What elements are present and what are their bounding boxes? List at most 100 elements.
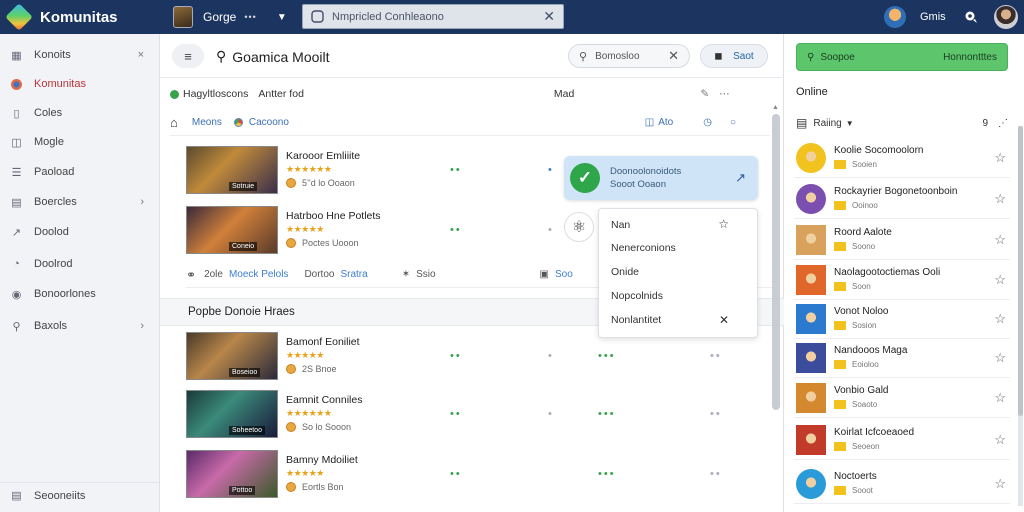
user-sub: Sosion [834, 321, 876, 330]
sidebar-item-komunitas[interactable]: Komunitas [0, 71, 160, 97]
game-name: Karooor Emliiite [286, 150, 361, 162]
close-icon[interactable]: × [138, 49, 144, 61]
star-icon[interactable]: ☆ [994, 191, 1006, 207]
save-button[interactable]: ◼ Saot [700, 44, 768, 68]
chevron-right-icon[interactable]: › [140, 320, 144, 332]
chevron-down-icon[interactable]: ▼ [277, 12, 287, 23]
notification-toast[interactable]: ✓ Doonoolonoidots Sooot Ooaon ↗ [564, 156, 758, 200]
popular-title: Popbe Donoie Hraes [188, 306, 295, 318]
avatar[interactable] [796, 143, 826, 173]
tab-cacoono[interactable]: Cacoono [231, 116, 289, 129]
more-icon[interactable]: ⋯ [719, 88, 730, 100]
chat-icon[interactable]: ▣ [540, 269, 549, 280]
list-item[interactable]: Koolie Socomoolorn Sooien ☆ [794, 138, 1010, 178]
chevron-down-icon[interactable]: ▼ [846, 119, 854, 128]
avatar[interactable] [796, 265, 826, 295]
sidebar-item-label: Boercles [34, 196, 77, 208]
scrollbar-thumb[interactable] [1018, 126, 1023, 416]
sidebar-item-coles[interactable]: ▯ Coles [0, 100, 160, 126]
content-search-input[interactable]: ⚲ Bomosloo ✕ [568, 44, 690, 68]
game-meta-text: 5’'d lo Ooaon [302, 178, 355, 188]
sidebar-item-paoload[interactable]: ☰ Paoload [0, 159, 160, 185]
list-item[interactable]: Rockayrier Bogonetoonboin Ooinoo ☆ [794, 179, 1010, 219]
circle-icon[interactable]: ○ [730, 117, 736, 128]
star-icon[interactable]: ☆ [994, 476, 1006, 492]
tab-home[interactable]: ⌂ Meons [170, 115, 222, 130]
list-item[interactable]: Pottoo Bamny Mdoiliet ★★★★★ Eortls Bon •… [186, 446, 776, 498]
brand[interactable]: Komunitas [5, 3, 118, 31]
badge-icon [834, 442, 846, 451]
chevron-right-icon[interactable]: › [140, 196, 144, 208]
trend-icon[interactable]: ↗ [735, 170, 746, 186]
avatar[interactable] [796, 343, 826, 373]
close-icon[interactable]: ✕ [543, 8, 555, 25]
list-item[interactable]: Naolagootoctiemas Ooli Soon ☆ [794, 260, 1010, 300]
avatar[interactable] [796, 225, 826, 255]
user-area[interactable]: Gmis [884, 5, 1018, 29]
star-icon[interactable]: ☆ [994, 390, 1006, 406]
list-item[interactable]: Koirlat Icfcoeaoed Seoeon ☆ [794, 420, 1010, 460]
more-icon[interactable]: ⋰ [998, 118, 1008, 129]
star-icon[interactable]: ☆ [994, 350, 1006, 366]
location-pin-icon[interactable] [964, 10, 978, 24]
avatar[interactable] [796, 383, 826, 413]
pin-icon[interactable]: ☆ [718, 217, 729, 231]
scrollbar-thumb[interactable] [772, 114, 780, 410]
clock-icon[interactable]: ◷ [703, 117, 712, 128]
stat-link[interactable]: Moeck Pelols [229, 269, 288, 280]
tab-ato[interactable]: ◫ Ato [645, 117, 673, 128]
global-search-input[interactable]: Nmpricled Conhleaono ✕ [302, 4, 564, 29]
avatar[interactable] [796, 184, 826, 214]
menu-item[interactable]: Nan [611, 219, 630, 231]
settings-icon[interactable]: ✶ [402, 269, 410, 280]
avatar[interactable] [796, 304, 826, 334]
menu-item[interactable]: Nopcolnids [611, 290, 663, 302]
game-selector[interactable]: Gorge ••• ▼ [173, 5, 287, 29]
star-icon[interactable]: ☆ [994, 311, 1006, 327]
community-search[interactable]: ⚲ Soopoe Honnontttes [796, 43, 1008, 71]
list-item[interactable]: Nandooos Maga Eoioloo ☆ [794, 338, 1010, 378]
list-item[interactable]: Roord Aalote Soono ☆ [794, 220, 1010, 260]
list-item[interactable]: Noctoerts Sooot ☆ [794, 464, 1010, 504]
menu-button[interactable]: ≡ [172, 44, 204, 68]
menu-avatar-icon[interactable]: ⚛ [564, 212, 594, 242]
rating-stars: ★★★★★ [286, 224, 324, 234]
sidebar-item-baxols[interactable]: ⚲ Baxols › [0, 313, 160, 339]
star-icon[interactable]: ☆ [994, 232, 1006, 248]
star-icon[interactable]: ☆ [994, 150, 1006, 166]
menu-item[interactable]: Nenerconions [611, 242, 676, 254]
sort-dropdown[interactable]: Raiing [813, 118, 841, 129]
user-name: Vonot Noloo [834, 306, 889, 317]
menu-item[interactable]: Onide [611, 266, 639, 278]
stat-link[interactable]: Sratra [340, 269, 367, 280]
sidebar-item-label: Doolod [34, 226, 69, 238]
search-icon: ⚲ [807, 51, 815, 63]
close-icon[interactable]: ✕ [719, 313, 729, 327]
edit-icon[interactable]: ✎ [700, 88, 709, 100]
main-panel: ≡ ⚲ Goamica Mooilt ⚲ Bomosloo ✕ ◼ Saot H… [160, 34, 784, 512]
scrollbar[interactable] [772, 114, 780, 508]
star-icon[interactable]: ☆ [994, 432, 1006, 448]
star-icon[interactable]: ☆ [994, 272, 1006, 288]
list-item[interactable]: Vonot Noloo Sosion ☆ [794, 299, 1010, 339]
rating-stars: ★★★★★ [286, 468, 324, 478]
sidebar-item-bonoorlones[interactable]: ◉ Bonoorlones [0, 281, 160, 307]
sidebar-item-doolod[interactable]: ↗ Doolod [0, 219, 160, 245]
menu-item[interactable]: Nonlantitet [611, 314, 661, 326]
close-icon[interactable]: ✕ [668, 48, 679, 64]
avatar[interactable] [796, 469, 826, 499]
badge-icon [834, 321, 846, 330]
game-name: Hatrboo Hne Potlets [286, 210, 381, 222]
sidebar-item-doolrod[interactable]: ◔ Doolrod [0, 251, 160, 277]
list-item[interactable]: Soheetoo Eamnit Conniles ★★★★★★ So lo So… [186, 386, 776, 438]
hero-icon[interactable] [884, 6, 906, 28]
sidebar-item-boercles[interactable]: ▤ Boercles › [0, 189, 160, 215]
sidebar-footer[interactable]: ▤ Seooneiits [0, 482, 160, 508]
sidebar-item-mogle[interactable]: ◫ Mogle [0, 129, 160, 155]
sidebar-item-konoits[interactable]: ▦ Konoits × [0, 42, 160, 68]
list-item[interactable]: Vonbio Gald Soaoto ☆ [794, 378, 1010, 418]
scroll-up-icon[interactable]: ▲ [772, 104, 779, 111]
avatar[interactable] [796, 425, 826, 455]
scrollbar[interactable] [1018, 126, 1023, 506]
avatar[interactable] [993, 5, 1018, 29]
